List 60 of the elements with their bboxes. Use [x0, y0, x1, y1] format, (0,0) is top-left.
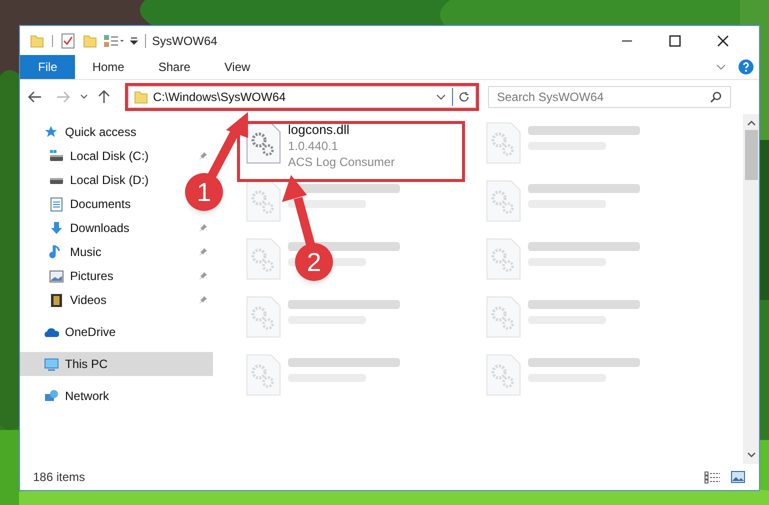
pin-icon[interactable]	[198, 151, 208, 161]
film-icon	[49, 292, 64, 308]
dll-file-icon[interactable]	[246, 122, 281, 164]
download-arrow-icon	[49, 220, 64, 236]
document-icon	[49, 196, 64, 212]
nav-item[interactable]: Local Disk (C:)	[20, 144, 170, 168]
network-icon	[44, 388, 59, 404]
pin-icon[interactable]	[198, 271, 208, 281]
checklist-icon[interactable]	[61, 32, 75, 48]
ribbon-tab[interactable]: Home	[75, 55, 142, 79]
address-bar[interactable]: C:\Windows\SysWOW64	[128, 86, 476, 108]
scroll-up-icon[interactable]	[746, 120, 756, 126]
scrollbar-thumb[interactable]	[744, 130, 758, 180]
maximize-icon[interactable]	[669, 34, 681, 46]
refresh-icon[interactable]	[458, 91, 470, 103]
file-description: ACS Log Consumer	[288, 154, 395, 170]
scroll-down-icon[interactable]	[746, 452, 756, 458]
nav-item[interactable]: Documents	[20, 192, 170, 216]
nav-item[interactable]: This PC	[20, 352, 213, 376]
drive-icon	[49, 148, 64, 164]
up-arrow-icon[interactable]	[98, 90, 110, 104]
pin-icon[interactable]	[198, 247, 208, 257]
chevron-down-icon[interactable]	[436, 93, 446, 101]
nav-item[interactable]: Music	[20, 240, 170, 264]
folder-icon	[134, 90, 148, 104]
chevron-down-icon[interactable]	[716, 63, 726, 71]
window-title: SysWOW64	[152, 32, 218, 50]
ribbon-tab[interactable]: View	[207, 55, 268, 79]
item-count: 186 items	[33, 469, 86, 486]
pin-icon[interactable]	[198, 223, 208, 233]
large-icons-view-icon[interactable]	[731, 471, 745, 483]
forward-arrow-icon[interactable]	[56, 91, 70, 103]
monitor-icon	[44, 356, 59, 372]
folder-icon[interactable]	[30, 34, 44, 48]
caret-icon[interactable]	[80, 94, 88, 100]
ribbon-tab[interactable]: File	[20, 55, 76, 79]
dropdown-icon[interactable]	[129, 36, 139, 46]
nav-item[interactable]: Videos	[20, 288, 170, 312]
folder-icon[interactable]	[83, 34, 97, 48]
nav-item[interactable]: Local Disk (D:)	[20, 168, 170, 192]
close-icon[interactable]	[717, 34, 729, 46]
pin-icon[interactable]	[198, 295, 208, 305]
file-name: logcons.dll	[288, 122, 350, 138]
nav-item[interactable]: OneDrive	[20, 320, 213, 344]
file-version: 1.0.440.1	[288, 138, 340, 154]
details-view-icon[interactable]	[704, 470, 721, 484]
nav-item[interactable]: Downloads	[20, 216, 170, 240]
back-arrow-icon[interactable]	[28, 91, 42, 103]
ribbon-tab[interactable]: Share	[141, 55, 208, 79]
search-icon	[710, 91, 722, 103]
nav-item[interactable]: Quick access	[20, 120, 213, 144]
star-icon	[44, 124, 59, 140]
scrollbar[interactable]	[743, 114, 759, 464]
address-path: C:\Windows\SysWOW64	[153, 89, 286, 106]
properties-icon[interactable]	[103, 34, 125, 48]
help-icon[interactable]	[738, 59, 754, 75]
picture-icon	[49, 268, 64, 284]
nav-item[interactable]: Pictures	[20, 264, 170, 288]
nav-item[interactable]: Network	[20, 384, 213, 408]
search-field[interactable]: Search SysWOW64	[488, 86, 731, 108]
